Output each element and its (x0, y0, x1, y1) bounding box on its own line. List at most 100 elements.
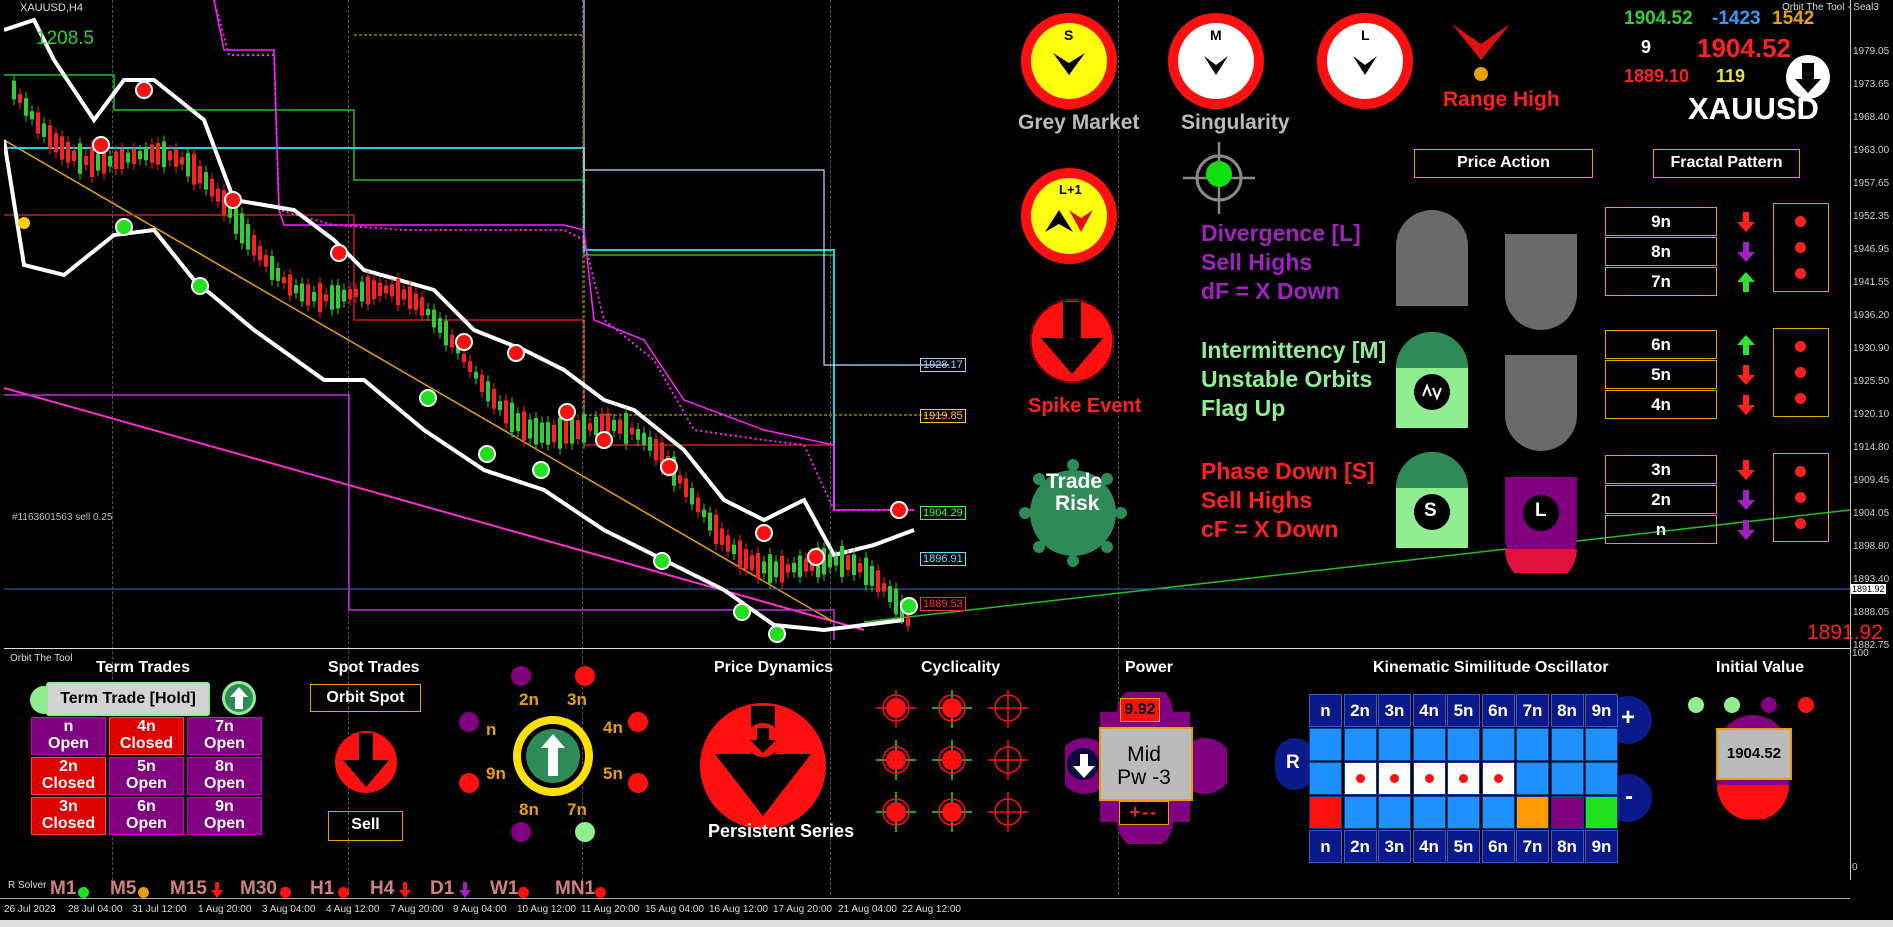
kso-cell[interactable] (1447, 728, 1480, 761)
orbit-marker-red (330, 244, 348, 262)
term-up-icon[interactable] (222, 681, 256, 715)
scroll-strip[interactable] (0, 920, 1893, 927)
term-trade-cell[interactable]: 8n Open (187, 757, 262, 795)
kso-cell[interactable] (1309, 796, 1342, 829)
term-trade-level: 9n (215, 798, 234, 815)
spike-event-icon[interactable] (1029, 298, 1115, 384)
stat-value-big: 1904.52 (1697, 33, 1791, 63)
timeframe-h4[interactable]: H4 (370, 878, 394, 900)
term-trade-cell[interactable]: 9n Open (187, 797, 262, 835)
dial-l[interactable]: L (1317, 13, 1413, 109)
sell-down-icon[interactable] (334, 730, 398, 794)
power-signs: +-- (1119, 801, 1169, 825)
term-trade-cell[interactable]: 7n Open (187, 717, 262, 755)
term-trade-cell[interactable]: 6n Open (109, 797, 184, 835)
kso-cell[interactable] (1378, 796, 1411, 829)
kso-header-5n: 5n (1447, 694, 1480, 727)
kso-cell[interactable] (1343, 728, 1377, 761)
kso-header-7n: 7n (1516, 830, 1549, 863)
dial-label: Grey Market (1018, 111, 1140, 134)
term-trade-level: 5n (137, 758, 156, 775)
term-trade-level: 2n (59, 758, 78, 775)
shield-letter: L (1535, 500, 1547, 521)
term-trade-cell[interactable]: n Open (31, 717, 106, 755)
step-line-cyan (4, 147, 835, 510)
timeframe-m30[interactable]: M30 (240, 878, 277, 900)
kso-cell[interactable] (1516, 796, 1549, 829)
kso-cell[interactable] (1378, 728, 1411, 761)
kso-cell[interactable] (1585, 796, 1618, 829)
crosshair-icon (1183, 142, 1255, 214)
kso-cell[interactable] (1481, 796, 1515, 829)
price-axis-tick: 1920.10 (1853, 409, 1890, 420)
kso-cell[interactable] (1412, 728, 1446, 761)
timeframe-h1[interactable]: H1 (310, 878, 334, 900)
price-axis-tick: 1979.05 (1853, 46, 1890, 57)
kso-header-n: n (1309, 694, 1342, 727)
kso-cell[interactable] (1481, 762, 1515, 795)
timeframe-mn1[interactable]: MN1 (555, 878, 595, 900)
fractal-pattern-button[interactable]: Fractal Pattern (1653, 149, 1800, 178)
kso-cell[interactable] (1309, 762, 1342, 795)
time-axis-tick: 11 Aug 20:00 (581, 904, 640, 915)
time-axis-tick: 28 Jul 04:00 (68, 904, 123, 915)
kso-cell[interactable] (1481, 728, 1515, 761)
signal-phase-sub: cF = X Down (1201, 516, 1339, 542)
term-trade-cell[interactable]: 5n Open (109, 757, 184, 795)
timeframe-m15[interactable]: M15 (170, 878, 207, 900)
term-trade-level: 4n (137, 718, 156, 735)
orbit-marker-red (807, 548, 825, 566)
price-axis-tick: 1904.05 (1853, 508, 1890, 519)
cyclicality-title: Cyclicality (921, 659, 1001, 676)
timeframe-w1[interactable]: W1 (490, 878, 519, 900)
time-axis-tick: 10 Aug 12:00 (517, 904, 576, 915)
kso-header-9n: 9n (1585, 830, 1618, 863)
orbit-spot-button[interactable]: Orbit Spot (310, 684, 421, 712)
price-action-button[interactable]: Price Action (1414, 149, 1593, 178)
kso-cell[interactable] (1412, 796, 1446, 829)
kso-cell[interactable] (1550, 728, 1584, 761)
dial-m[interactable]: M (1168, 13, 1264, 109)
signal-phase-sub: Sell Highs (1201, 487, 1313, 513)
term-trade-state: Open (126, 815, 167, 832)
kso-cell[interactable] (1585, 728, 1618, 761)
kso-cell[interactable] (1585, 762, 1618, 795)
kso-cell[interactable] (1550, 796, 1584, 829)
kso-cell[interactable] (1516, 762, 1549, 795)
timeframe-d1[interactable]: D1 (430, 878, 454, 900)
kso-cell[interactable] (1447, 762, 1480, 795)
term-trade-cell[interactable]: 3n Closed (31, 797, 106, 835)
timeframe-m5[interactable]: M5 (110, 878, 136, 900)
kso-cell[interactable] (1343, 796, 1377, 829)
symbol-label: XAUUSD,H4 (20, 2, 83, 14)
term-trade-button[interactable]: Term Trade [Hold] (46, 682, 210, 716)
kso-cell[interactable] (1516, 728, 1549, 761)
fractal-level-4n: 4n (1605, 390, 1717, 419)
kso-cell[interactable] (1412, 762, 1446, 795)
price-axis-tick: 1893.40 (1853, 574, 1890, 585)
kso-cell[interactable] (1378, 762, 1411, 795)
orbit-marker-red (224, 191, 242, 209)
orbit-wheel (459, 666, 648, 842)
price-dynamics-title: Price Dynamics (714, 659, 834, 676)
price-axis-tick: 1898.80 (1853, 541, 1890, 552)
orbit-marker-red (455, 333, 473, 351)
orbit-label: 7n (567, 800, 587, 819)
term-trade-cell[interactable]: 4n Closed (109, 717, 184, 755)
power-mid: Mid (1127, 743, 1161, 766)
kso-cell[interactable] (1309, 728, 1342, 761)
shield-purple-l (1505, 477, 1577, 573)
dial-l-plus-1[interactable]: L+1 (1021, 168, 1117, 264)
dial-s[interactable]: S (1021, 13, 1117, 109)
term-trade-state: Open (126, 775, 167, 792)
timeframe-m1[interactable]: M1 (50, 878, 76, 900)
sell-button[interactable]: Sell (328, 811, 403, 841)
kso-cell[interactable] (1447, 796, 1480, 829)
iv-dot (1724, 697, 1740, 713)
kso-cell[interactable] (1343, 762, 1377, 795)
kso-cell[interactable] (1550, 762, 1584, 795)
fractal-dot-box (1773, 453, 1829, 542)
term-trade-state: Closed (41, 815, 96, 832)
term-trade-cell[interactable]: 2n Closed (31, 757, 106, 795)
term-trades-title: Term Trades (96, 659, 190, 676)
